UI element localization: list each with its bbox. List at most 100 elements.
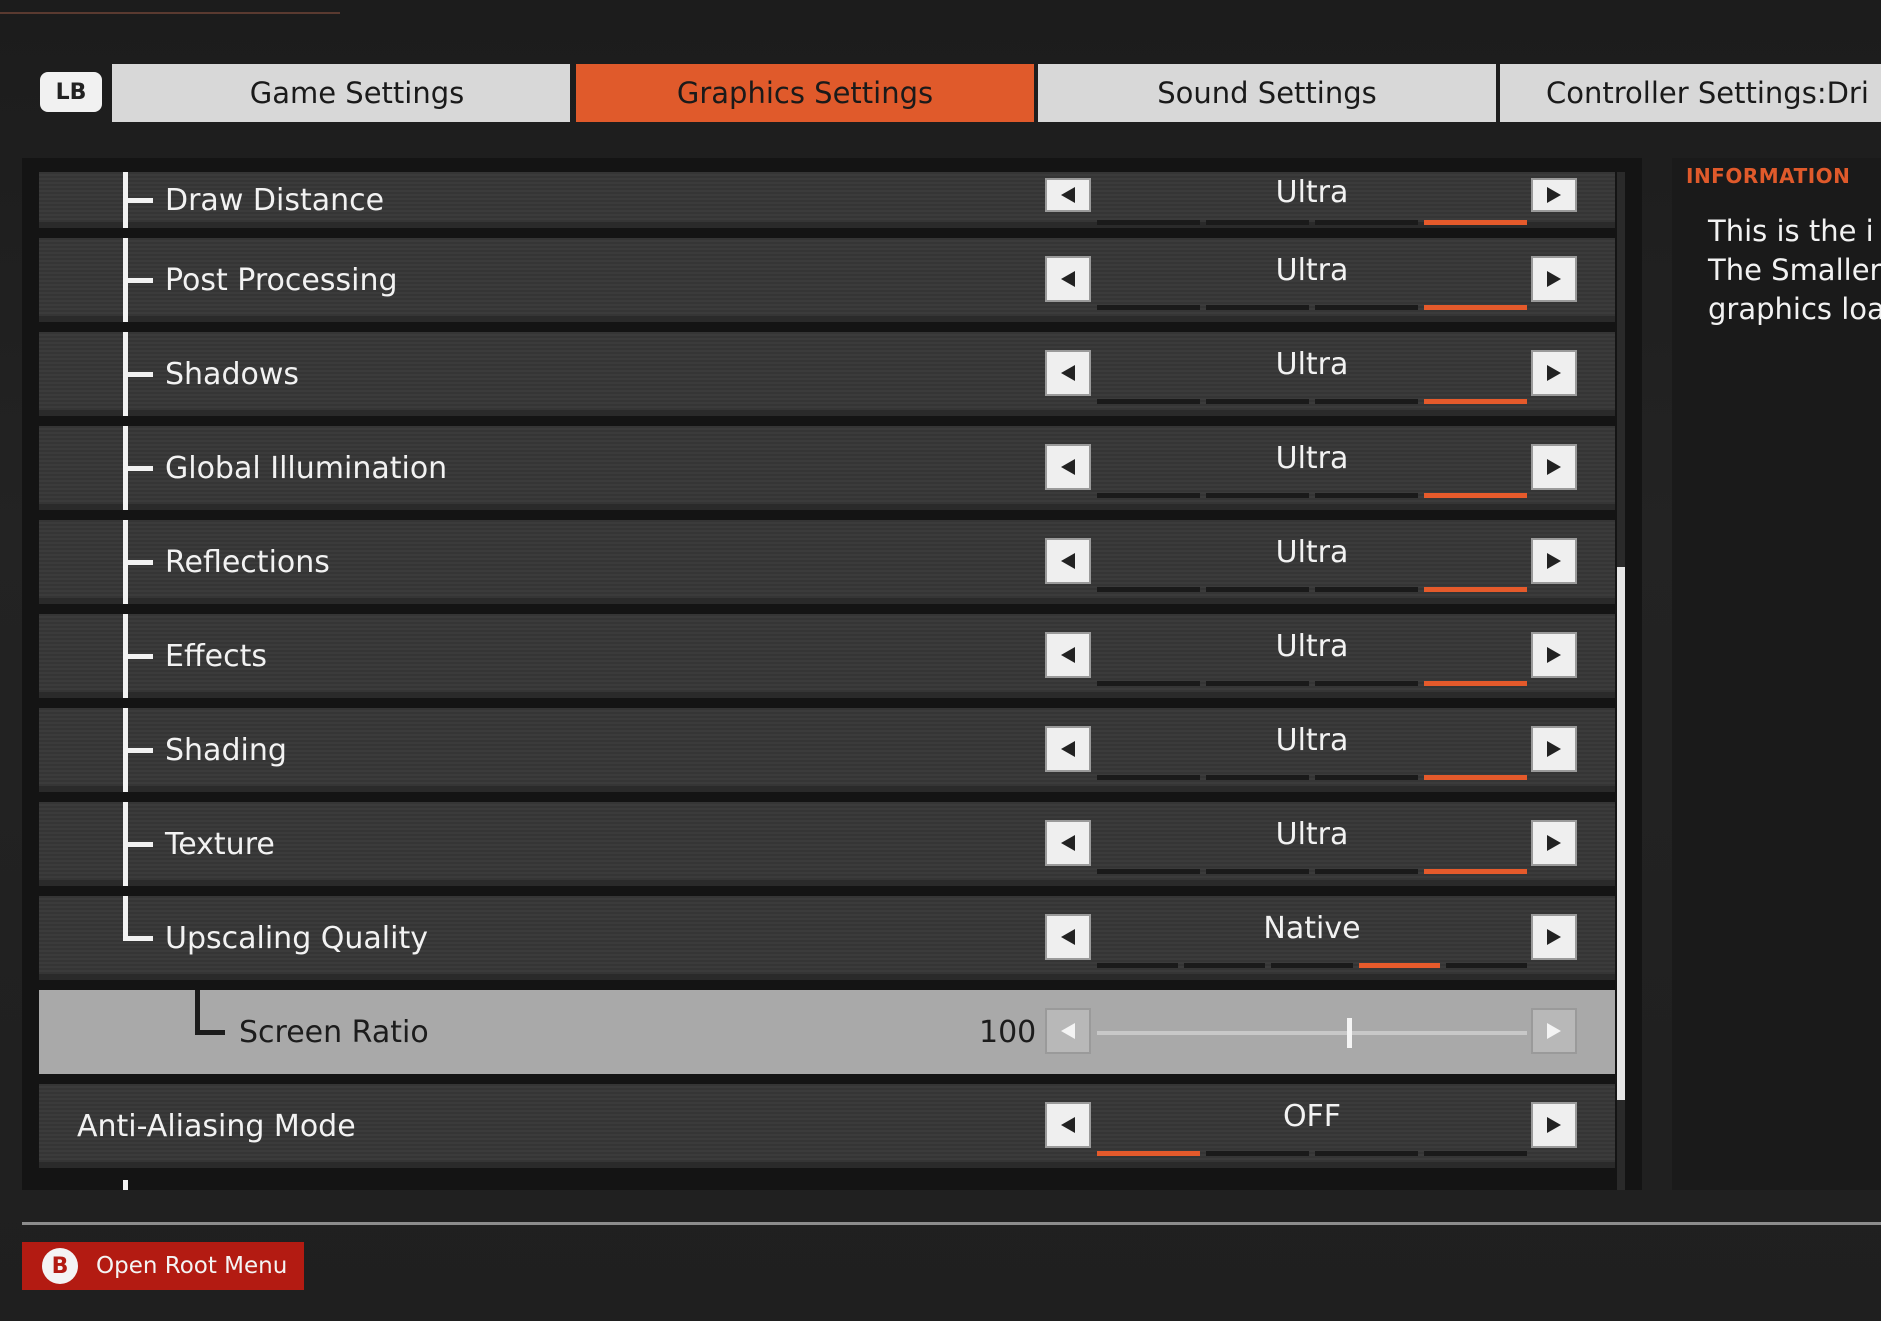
setting-row-effects[interactable]: Effects Ultra [39,614,1615,698]
tab-sound-settings[interactable]: Sound Settings [1038,64,1496,122]
decrease-arrow-icon[interactable] [1045,350,1091,396]
level-segment-active [1424,305,1527,310]
tree-branch [123,198,153,203]
setting-value: Ultra [1275,346,1349,382]
increase-arrow-icon[interactable] [1531,1008,1577,1054]
level-segment [1206,399,1309,404]
setting-label: Shading [165,732,287,768]
scrollbar-thumb[interactable] [1617,567,1625,1100]
tab-graphics-settings[interactable]: Graphics Settings [576,64,1034,122]
setting-row-screen-ratio[interactable]: Screen Ratio 100 [39,990,1615,1074]
setting-row-post-processing[interactable]: Post Processing Ultra [39,238,1615,322]
setting-row-draw-distance[interactable]: Draw Distance Ultra [39,172,1615,228]
level-indicator [1097,399,1527,404]
information-title: INFORMATION [1686,164,1851,188]
setting-label: Anti-Aliasing Mode [77,1108,356,1144]
setting-row-reflections[interactable]: Reflections Ultra [39,520,1615,604]
setting-row-global-illumination[interactable]: Global Illumination Ultra [39,426,1615,510]
level-segment-active [1424,493,1527,498]
decrease-arrow-icon[interactable] [1045,538,1091,584]
level-segment-active [1424,681,1527,686]
level-segment [1206,493,1309,498]
level-segment [1315,775,1418,780]
setting-row-upscaling-quality[interactable]: Upscaling Quality Native [39,896,1615,980]
setting-label: Texture [165,826,275,862]
decrease-arrow-icon[interactable] [1045,178,1091,212]
increase-arrow-icon[interactable] [1531,632,1577,678]
level-indicator [1097,220,1527,225]
level-segment [1315,220,1418,225]
lb-bumper-badge[interactable]: LB [40,72,102,112]
tab-game-settings[interactable]: Game Settings [112,64,570,122]
level-segment [1206,305,1309,310]
setting-value: Ultra [1275,252,1349,288]
setting-value: Native [1263,910,1361,946]
level-segment [1315,681,1418,686]
increase-arrow-icon[interactable] [1531,1102,1577,1148]
setting-value: Ultra [1275,534,1349,570]
slider-track[interactable] [1097,1031,1527,1035]
open-root-menu-label: Open Root Menu [96,1253,288,1279]
level-indicator [1097,963,1528,968]
level-segment [1206,681,1309,686]
level-segment-active [1097,1151,1200,1156]
setting-row-anti-aliasing-mode[interactable]: Anti-Aliasing Mode OFF [39,1084,1615,1168]
increase-arrow-icon[interactable] [1531,726,1577,772]
level-indicator [1097,305,1527,310]
open-root-menu-button[interactable]: B Open Root Menu [22,1242,304,1290]
tree-branch [195,1030,225,1035]
level-segment [1315,1151,1418,1156]
increase-arrow-icon[interactable] [1531,820,1577,866]
decrease-arrow-icon[interactable] [1045,256,1091,302]
level-segment [1315,493,1418,498]
increase-arrow-icon[interactable] [1531,914,1577,960]
information-text-line: graphics loa [1708,292,1881,326]
level-indicator [1097,493,1527,498]
level-segment-active [1424,587,1527,592]
increase-arrow-icon[interactable] [1531,178,1577,212]
increase-arrow-icon[interactable] [1531,444,1577,490]
level-segment-active [1424,775,1527,780]
decrease-arrow-icon[interactable] [1045,444,1091,490]
level-segment [1424,1151,1527,1156]
level-indicator [1097,869,1527,874]
level-segment [1206,220,1309,225]
tree-connector [195,990,200,1035]
level-segment [1445,963,1528,968]
decrease-arrow-icon[interactable] [1045,914,1091,960]
increase-arrow-icon[interactable] [1531,256,1577,302]
setting-label: Reflections [165,544,330,580]
level-segment [1097,493,1200,498]
level-segment [1097,587,1200,592]
information-text-line: The Smaller [1708,253,1881,287]
tree-branch [123,842,153,847]
level-segment [1315,869,1418,874]
level-indicator [1097,1151,1527,1156]
footer-divider [22,1222,1881,1225]
tree-connector [123,896,128,941]
level-segment [1097,399,1200,404]
increase-arrow-icon[interactable] [1531,350,1577,396]
decrease-arrow-icon[interactable] [1045,1008,1091,1054]
decrease-arrow-icon[interactable] [1045,820,1091,866]
level-segment [1315,399,1418,404]
setting-row-shadows[interactable]: Shadows Ultra [39,332,1615,416]
setting-label: Upscaling Quality [165,920,428,956]
setting-numeric-value: 100 [979,1014,1037,1050]
increase-arrow-icon[interactable] [1531,538,1577,584]
decrease-arrow-icon[interactable] [1045,726,1091,772]
tab-controller-settings[interactable]: Controller Settings:Dri [1500,64,1881,122]
decrease-arrow-icon[interactable] [1045,632,1091,678]
setting-row-texture[interactable]: Texture Ultra [39,802,1615,886]
tree-branch [123,372,153,377]
level-segment [1206,1151,1309,1156]
decrease-arrow-icon[interactable] [1045,1102,1091,1148]
information-text-line: This is the i [1708,214,1874,248]
setting-row-shading[interactable]: Shading Ultra [39,708,1615,792]
setting-value: Ultra [1275,722,1349,758]
level-segment-active [1424,220,1527,225]
setting-value: Ultra [1275,174,1349,210]
setting-value: Ultra [1275,440,1349,476]
level-segment [1097,963,1179,968]
tree-connector-next [123,1180,128,1190]
